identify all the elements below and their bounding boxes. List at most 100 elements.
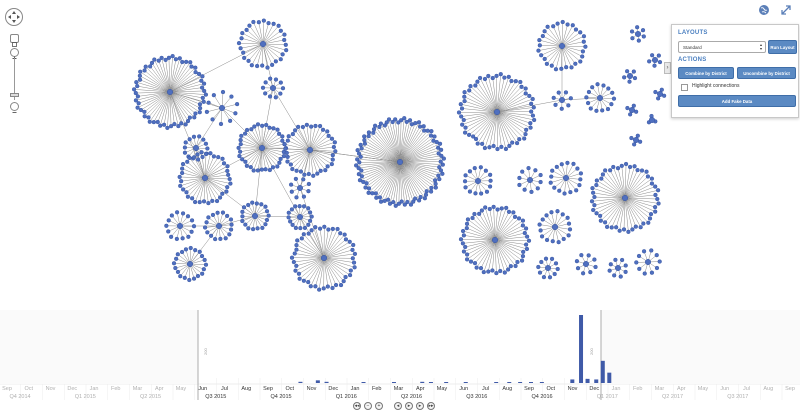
timeline-bar[interactable] [428, 382, 433, 383]
fast-forward-icon[interactable]: ▸▸ [427, 402, 435, 410]
leaf-node[interactable] [506, 267, 511, 272]
leaf-node[interactable] [301, 204, 307, 209]
leaf-node[interactable] [264, 209, 270, 214]
leaf-node[interactable] [460, 122, 465, 127]
leaf-node[interactable] [598, 213, 603, 218]
timeline-bar[interactable] [494, 382, 499, 383]
leaf-node[interactable] [182, 275, 187, 280]
leaf-node[interactable] [594, 182, 599, 188]
leaf-node[interactable] [203, 262, 209, 267]
leaf-node[interactable] [393, 117, 398, 122]
leaf-node[interactable] [317, 287, 322, 292]
leaf-node[interactable] [641, 249, 647, 254]
leaf-node[interactable] [268, 76, 273, 81]
leaf-node[interactable] [288, 162, 293, 167]
leaf-node[interactable] [178, 183, 183, 188]
leaf-node[interactable] [205, 230, 210, 235]
leaf-node[interactable] [456, 110, 462, 115]
leaf-node[interactable] [623, 161, 629, 167]
leaf-node[interactable] [294, 263, 299, 268]
leaf-node[interactable] [377, 195, 383, 200]
leaf-node[interactable] [461, 233, 466, 238]
hub-node[interactable] [192, 144, 199, 151]
leaf-node[interactable] [195, 157, 201, 162]
leaf-node[interactable] [629, 135, 634, 141]
leaf-node[interactable] [655, 196, 660, 202]
leaf-node[interactable] [524, 127, 529, 132]
leaf-node[interactable] [628, 112, 633, 117]
leaf-node[interactable] [433, 185, 438, 190]
leaf-node[interactable] [225, 168, 230, 174]
leaf-node[interactable] [602, 220, 608, 225]
leaf-node[interactable] [542, 29, 547, 34]
leaf-node[interactable] [366, 133, 371, 139]
leaf-node[interactable] [413, 121, 418, 126]
leaf-node[interactable] [191, 276, 197, 281]
uncombine-by-district-button[interactable]: Uncombine by District [737, 67, 796, 79]
timeline-bar[interactable] [579, 315, 584, 383]
leaf-node[interactable] [284, 48, 289, 53]
leaf-node[interactable] [523, 226, 529, 231]
leaf-node[interactable] [491, 143, 496, 149]
leaf-node[interactable] [586, 253, 591, 258]
leaf-node[interactable] [210, 198, 215, 204]
leaf-node[interactable] [180, 161, 186, 167]
leaf-node[interactable] [421, 124, 426, 129]
leaf-node[interactable] [131, 87, 137, 92]
timeline-bar[interactable] [324, 381, 329, 383]
leaf-node[interactable] [244, 163, 249, 168]
leaf-node[interactable] [470, 215, 475, 221]
leaf-node[interactable] [548, 180, 553, 185]
leaf-node[interactable] [479, 191, 484, 196]
leaf-node[interactable] [581, 271, 586, 276]
leaf-node[interactable] [294, 243, 299, 248]
leaf-node[interactable] [285, 138, 290, 143]
leaf-node[interactable] [185, 118, 191, 124]
leaf-node[interactable] [408, 202, 414, 207]
leaf-node[interactable] [201, 199, 207, 204]
leaf-node[interactable] [441, 156, 446, 161]
leaf-node[interactable] [205, 146, 210, 151]
leaf-node[interactable] [341, 279, 346, 284]
leaf-node[interactable] [611, 96, 617, 101]
leaf-node[interactable] [464, 226, 469, 231]
leaf-node[interactable] [330, 285, 335, 291]
leaf-node[interactable] [206, 215, 211, 220]
leaf-node[interactable] [482, 76, 488, 82]
leaf-node[interactable] [440, 171, 445, 176]
leaf-node[interactable] [197, 200, 202, 205]
leaf-node[interactable] [306, 231, 311, 236]
zoom-in-icon[interactable]: + [375, 402, 383, 410]
leaf-node[interactable] [483, 168, 488, 173]
leaf-node[interactable] [618, 274, 623, 279]
leaf-node[interactable] [181, 187, 186, 192]
leaf-node[interactable] [623, 263, 628, 268]
leaf-node[interactable] [591, 190, 596, 195]
hub-node[interactable] [397, 158, 404, 165]
leaf-node[interactable] [286, 215, 291, 220]
leaf-node[interactable] [241, 205, 247, 210]
timeline-bar[interactable] [518, 382, 523, 383]
hub-node[interactable] [201, 174, 208, 181]
leaf-node[interactable] [657, 259, 662, 264]
leaf-node[interactable] [285, 159, 290, 164]
leaf-node[interactable] [221, 161, 227, 166]
leaf-node[interactable] [494, 271, 499, 276]
leaf-node[interactable] [193, 70, 198, 75]
leaf-node[interactable] [218, 121, 224, 127]
timeline-bar[interactable] [585, 378, 590, 383]
leaf-node[interactable] [147, 119, 152, 124]
leaf-node[interactable] [620, 257, 625, 263]
leaf-node[interactable] [275, 164, 280, 169]
leaf-node[interactable] [224, 189, 229, 194]
hub-node[interactable] [527, 176, 534, 183]
leaf-node[interactable] [158, 123, 163, 128]
leaf-node[interactable] [288, 219, 293, 224]
leaf-node[interactable] [526, 238, 532, 243]
leaf-node[interactable] [422, 128, 427, 133]
hub-node[interactable] [475, 177, 482, 184]
leaf-node[interactable] [263, 204, 268, 209]
leaf-node[interactable] [467, 88, 472, 93]
leaf-node[interactable] [608, 168, 613, 173]
leaf-node[interactable] [285, 154, 290, 159]
